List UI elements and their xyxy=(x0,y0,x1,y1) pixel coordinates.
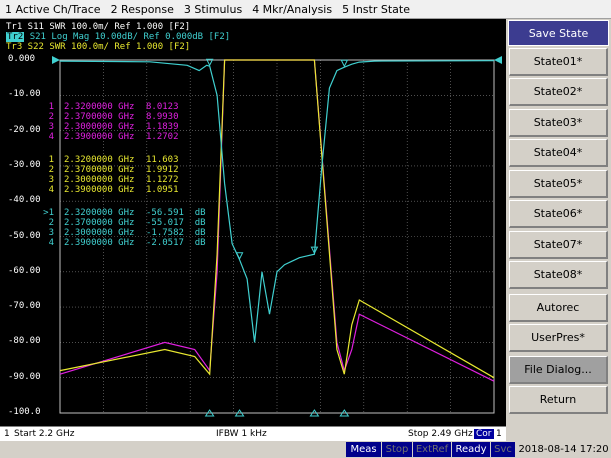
active-trace-badge: Tr2 xyxy=(6,32,25,42)
y-axis-label: -20.00 xyxy=(8,124,41,135)
menu-mkr-analysis[interactable]: 4 Mkr/Analysis xyxy=(247,3,337,16)
softkey-state01[interactable]: State01* xyxy=(509,48,608,76)
s22-marker-number: 1 xyxy=(48,155,54,165)
s21-marker-frequency: 2.3700000 GHz xyxy=(64,218,135,228)
softkey-menu-title: Save State xyxy=(508,20,609,46)
softkey-state05[interactable]: State05* xyxy=(509,170,608,198)
softkey-autorec[interactable]: Autorec xyxy=(509,294,608,322)
softkey-return[interactable]: Return xyxy=(509,386,608,414)
s22-marker-value: 11.603 xyxy=(146,155,179,165)
s11-marker-number: 3 xyxy=(48,122,54,132)
s11-marker-frequency: 2.3000000 GHz xyxy=(64,122,135,132)
s21-marker-frequency: 2.3200000 GHz xyxy=(64,208,135,218)
status-datetime: 2018-08-14 17:20 xyxy=(516,442,611,457)
y-axis-label: -30.00 xyxy=(8,159,41,170)
softkey-state02[interactable]: State02* xyxy=(509,78,608,106)
y-axis-label: 0.000 xyxy=(8,54,36,64)
softkey-state07[interactable]: State07* xyxy=(509,231,608,259)
softkey-state08[interactable]: State08* xyxy=(509,261,608,289)
channel-info-bar: 1 Start 2.2 GHz IFBW 1 kHz Stop 2.49 GHz… xyxy=(0,426,506,441)
s22-marker-frequency: 2.3900000 GHz xyxy=(64,185,135,195)
s22-marker-frequency: 2.3000000 GHz xyxy=(64,175,135,185)
status-meas: Meas xyxy=(346,442,381,457)
s11-marker-value: 8.0123 xyxy=(146,102,179,112)
s11-marker-value: 1.2702 xyxy=(146,132,179,142)
s21-marker-value: -1.7582 dB xyxy=(146,228,206,238)
s21-marker-frequency: 2.3000000 GHz xyxy=(64,228,135,238)
trace-plot[interactable]: Tr1 S11 SWR 100.0m/ Ref 1.000 [F2] Tr2 S… xyxy=(0,19,506,426)
y-axis-label: -60.00 xyxy=(8,265,41,276)
softkey-panel: Save State State01* State02* State03* State… xyxy=(507,19,611,426)
ref-level-marker-right xyxy=(494,56,502,64)
ref-level-marker-left xyxy=(52,56,60,64)
s22-marker-number: 2 xyxy=(48,165,54,175)
y-axis-label: -100.0 xyxy=(8,407,41,417)
s21-marker-value: -55.017 dB xyxy=(146,218,206,228)
s22-marker-number: 3 xyxy=(48,175,54,185)
s11-marker-frequency: 2.3700000 GHz xyxy=(64,112,135,122)
y-axis-label: -80.00 xyxy=(8,336,41,347)
y-axis-label: -50.00 xyxy=(8,230,41,241)
s21-marker-value: -2.0517 dB xyxy=(146,238,206,248)
status-ready: Ready xyxy=(452,442,490,457)
status-bar: Meas Stop ExtRef Ready Svc 2018-08-14 17… xyxy=(0,441,611,458)
s21-marker-number: >1 xyxy=(43,208,54,218)
trace-header-tr1[interactable]: Tr1 S11 SWR 100.0m/ Ref 1.000 [F2] xyxy=(6,22,190,32)
y-axis-label: -10.00 xyxy=(8,89,41,100)
s22-marker-value: 1.1272 xyxy=(146,175,179,185)
s11-marker-frequency: 2.3200000 GHz xyxy=(64,102,135,112)
correction-badge: Cor xyxy=(474,429,494,439)
channel-number: 1 xyxy=(4,429,10,439)
s11-marker-number: 2 xyxy=(48,112,54,122)
s22-marker-frequency: 2.3700000 GHz xyxy=(64,165,135,175)
softkey-state04[interactable]: State04* xyxy=(509,139,608,167)
s11-marker-value: 8.9930 xyxy=(146,112,179,122)
trace-header-tr2-text: S21 Log Mag 10.00dB/ Ref 0.000dB [F2] xyxy=(29,32,231,42)
menu-instr-state[interactable]: 5 Instr State xyxy=(337,3,415,16)
status-extref: ExtRef xyxy=(413,442,451,457)
s21-marker-icon xyxy=(340,59,349,68)
status-svc: Svc xyxy=(491,442,515,457)
s11-marker-frequency: 2.3900000 GHz xyxy=(64,132,135,142)
y-axis-label: -90.00 xyxy=(8,371,41,382)
s22-marker-value: 1.0951 xyxy=(146,185,179,195)
trace-header-tr3[interactable]: Tr3 S22 SWR 100.0m/ Ref 1.000 [F2] xyxy=(6,42,190,52)
channel-number-right: 1 xyxy=(496,429,502,439)
menu-response[interactable]: 2 Response xyxy=(106,3,179,16)
trace-header-tr2[interactable]: Tr2 S21 Log Mag 10.00dB/ Ref 0.000dB [F2… xyxy=(6,32,230,42)
s11-marker-number: 1 xyxy=(48,102,54,112)
stop-frequency[interactable]: Stop 2.49 GHz xyxy=(408,429,473,439)
s21-marker-frequency: 2.3900000 GHz xyxy=(64,238,135,248)
ifbw-value[interactable]: IFBW 1 kHz xyxy=(216,429,267,439)
s21-marker-number: 3 xyxy=(48,228,54,238)
softkey-state03[interactable]: State03* xyxy=(509,109,608,137)
s22-marker-value: 1.9912 xyxy=(146,165,179,175)
softkey-userpres[interactable]: UserPres* xyxy=(509,324,608,352)
menu-stimulus[interactable]: 3 Stimulus xyxy=(179,3,247,16)
s22-marker-number: 4 xyxy=(48,185,54,195)
softkey-file-dialog[interactable]: File Dialog... xyxy=(509,356,608,384)
status-stop: Stop xyxy=(382,442,412,457)
menu-bar: 1 Active Ch/Trace 2 Response 3 Stimulus … xyxy=(0,0,611,19)
y-axis-label: -70.00 xyxy=(8,301,41,312)
s21-marker-number: 4 xyxy=(48,238,54,248)
s11-marker-value: 1.1839 xyxy=(146,122,179,132)
softkey-state06[interactable]: State06* xyxy=(509,200,608,228)
menu-active-ch-trace[interactable]: 1 Active Ch/Trace xyxy=(0,3,106,16)
y-axis-label: -40.00 xyxy=(8,195,41,206)
s22-marker-frequency: 2.3200000 GHz xyxy=(64,155,135,165)
s21-marker-number: 2 xyxy=(48,218,54,228)
s21-marker-value: -56.591 dB xyxy=(146,208,206,218)
s11-marker-number: 4 xyxy=(48,132,54,142)
start-frequency[interactable]: Start 2.2 GHz xyxy=(14,429,75,439)
